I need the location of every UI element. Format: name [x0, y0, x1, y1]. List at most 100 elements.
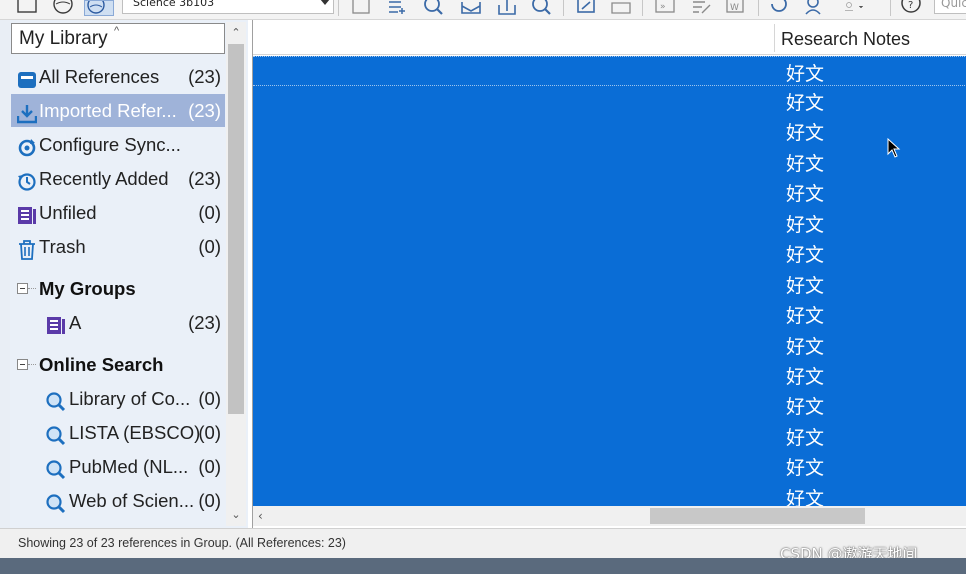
svg-text:?: ? [908, 0, 913, 11]
sidebar-item-all-references[interactable]: All References (23) [11, 60, 225, 93]
sync-icon[interactable] [768, 0, 790, 16]
research-note-cell: 好文 [786, 488, 825, 506]
reference-count: (23) [188, 100, 221, 121]
table-row[interactable]: 好文 [253, 208, 966, 238]
sidebar-item-web-of-science[interactable]: Web of Scien... (0) [11, 484, 225, 517]
reference-count: (0) [198, 422, 221, 443]
sync-icon [17, 135, 37, 157]
table-row[interactable]: 好文 [253, 238, 966, 268]
sidebar-item-imported-references[interactable]: Imported Refer... (23) [11, 94, 225, 127]
help-icon[interactable]: ? [900, 0, 922, 16]
table-row[interactable]: 好文 [253, 390, 966, 420]
sidebar-item-lista-ebsco[interactable]: LISTA (EBSCO) (0) [11, 416, 225, 449]
chevron-down-icon[interactable] [320, 0, 330, 5]
sidebar-item-label: Library of Co... [69, 388, 191, 409]
sidebar-item-library-of-congress[interactable]: Library of Co... (0) [11, 382, 225, 415]
sidebar-item-recently-added[interactable]: Recently Added (23) [11, 162, 225, 195]
scrollbar-thumb[interactable] [650, 508, 865, 524]
edit-icon[interactable] [690, 0, 712, 16]
sidebar-item-label: Unfiled [39, 202, 97, 223]
my-groups-title: My Groups [39, 278, 136, 299]
quick-search-input[interactable]: Quic [934, 0, 966, 14]
table-row[interactable]: 好文 [253, 56, 966, 86]
research-note-cell: 好文 [786, 427, 825, 449]
collapse-icon[interactable] [17, 283, 28, 294]
collapse-icon[interactable] [17, 359, 28, 370]
quote-icon[interactable]: » [654, 0, 676, 16]
table-row[interactable]: 好文 [253, 269, 966, 299]
research-note-cell: 好文 [786, 275, 825, 297]
toolbar-separator [338, 0, 339, 16]
online-search-icon [46, 389, 66, 412]
sidebar-item-group-a[interactable]: A (23) [11, 306, 225, 339]
sidebar-item-pubmed[interactable]: PubMed (NL... (0) [11, 450, 225, 483]
research-note-cell: 好文 [786, 122, 825, 144]
column-separator[interactable] [774, 24, 775, 52]
scroll-left-icon[interactable]: ‹ [258, 509, 263, 523]
search-icon[interactable] [530, 0, 552, 16]
research-note-cell: 好文 [786, 92, 825, 114]
my-groups-header[interactable]: My Groups [11, 272, 225, 305]
trash-icon [17, 237, 37, 260]
toolbar-separator [758, 0, 759, 16]
research-note-cell: 好文 [786, 183, 825, 205]
globe-icon[interactable] [52, 0, 74, 16]
sidebar-item-label: Configure Sync... [39, 134, 181, 155]
table-row[interactable]: 好文 [253, 421, 966, 451]
research-note-cell: 好文 [786, 214, 825, 236]
table-row[interactable]: 好文 [253, 147, 966, 177]
export-icon[interactable] [496, 0, 518, 16]
online-search-title: Online Search [39, 354, 164, 375]
table-row[interactable]: 好文 [253, 177, 966, 207]
sidebar-item-label: All References [39, 66, 160, 87]
word-icon[interactable]: W [724, 0, 746, 16]
online-search-icon [46, 491, 66, 514]
find-full-text-icon[interactable] [422, 0, 444, 16]
window-icon[interactable] [16, 0, 38, 16]
new-reference-icon[interactable] [350, 0, 372, 16]
column-header-research-notes[interactable]: Research Notes [781, 20, 910, 59]
research-note-cell: 好文 [786, 396, 825, 418]
my-library-header[interactable]: My Library ^ [11, 23, 225, 54]
table-row[interactable]: 好文 [253, 360, 966, 390]
horizontal-scrollbar[interactable]: ‹ [253, 506, 966, 526]
table-row[interactable]: 好文 [253, 86, 966, 116]
sidebar-item-configure-sync[interactable]: Configure Sync... [11, 128, 225, 161]
toolbar-separator [890, 0, 891, 16]
research-note-cell: 好文 [786, 153, 825, 175]
sidebar-item-unfiled[interactable]: Unfiled (0) [11, 196, 225, 229]
table-row[interactable]: 好文 [253, 116, 966, 146]
sidebar-item-label: PubMed (NL... [69, 456, 189, 477]
table-row[interactable]: 好文 [253, 299, 966, 329]
online-search-icon [46, 457, 66, 480]
group-icon [46, 313, 66, 334]
online-search-header[interactable]: Online Search [11, 348, 225, 381]
scroll-up-icon[interactable]: ⌃ [231, 27, 241, 38]
table-row[interactable]: 好文 [253, 451, 966, 481]
scroll-down-icon[interactable]: ⌄ [231, 509, 241, 520]
online-globe-icon[interactable] [84, 0, 114, 16]
reference-count: (23) [188, 66, 221, 87]
toolbar-separator [563, 0, 564, 16]
status-text: Showing 23 of 23 references in Group. (A… [18, 536, 346, 550]
sidebar-item-trash[interactable]: Trash (0) [11, 230, 225, 263]
folder-icon[interactable] [610, 0, 632, 16]
library-scrollbar[interactable]: ⌃ ⌄ [226, 22, 246, 526]
table-row[interactable]: 好文 [253, 482, 966, 506]
link-icon[interactable] [575, 0, 597, 16]
sidebar-item-label: Imported Refer... [39, 100, 177, 121]
research-note-cell: 好文 [786, 336, 825, 358]
scrollbar-thumb[interactable] [228, 44, 244, 414]
column-header: Research Notes [253, 20, 966, 55]
reference-count: (0) [198, 388, 221, 409]
unfiled-icon [17, 203, 37, 224]
output-style-select[interactable]: Science 3b103 [122, 0, 334, 14]
email-icon[interactable] [460, 0, 482, 16]
imported-references-icon [16, 101, 38, 124]
all-references-icon [17, 67, 37, 88]
user-icon[interactable] [842, 0, 886, 16]
share-icon[interactable] [804, 0, 826, 16]
table-row[interactable]: 好文 [253, 330, 966, 360]
insert-reference-icon[interactable] [386, 0, 408, 16]
research-note-cell: 好文 [786, 457, 825, 479]
